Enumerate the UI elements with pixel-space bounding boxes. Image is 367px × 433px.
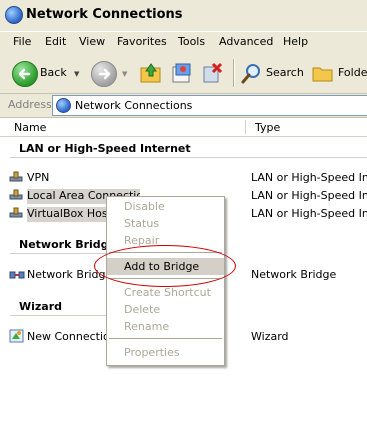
menu-favorites[interactable]: Favorites xyxy=(117,35,167,48)
menu-edit[interactable]: Edit xyxy=(45,35,66,48)
move-to-button[interactable] xyxy=(169,61,193,85)
group-network-bridge: Network Bridge xyxy=(19,238,117,251)
column-name-header[interactable]: Name xyxy=(14,121,46,134)
network-bridge-icon xyxy=(9,268,25,281)
back-button[interactable]: Back ▼ xyxy=(8,60,79,87)
menu-item-delete[interactable]: Delete xyxy=(107,301,224,318)
back-label: Back xyxy=(40,66,67,79)
toolbar: Back ▼ ▼ Search Folder xyxy=(0,53,367,94)
menu-item-label: Properties xyxy=(124,346,180,359)
menu-item-label: Status xyxy=(124,217,160,230)
address-bar: Address Network Connections xyxy=(0,94,367,118)
network-adapter-icon xyxy=(9,189,23,202)
menu-item-properties[interactable]: Properties xyxy=(107,344,224,361)
list-item-vpn[interactable]: VPN xyxy=(27,171,49,184)
group-divider xyxy=(10,253,106,254)
address-label: Address xyxy=(8,98,52,111)
menu-item-status[interactable]: Status xyxy=(107,215,224,232)
menu-tools[interactable]: Tools xyxy=(178,35,205,48)
menu-item-rename[interactable]: Rename xyxy=(107,318,224,335)
menu-view[interactable]: View xyxy=(79,35,105,48)
group-divider xyxy=(10,157,367,158)
toolbar-separator xyxy=(233,59,235,87)
up-folder-icon xyxy=(140,63,161,83)
list-item-type: LAN or High-Speed Inter xyxy=(251,189,367,202)
menu-item-disable[interactable]: Disable xyxy=(107,198,224,215)
forward-dropdown-icon[interactable]: ▼ xyxy=(122,70,127,78)
search-icon xyxy=(241,64,260,84)
menu-item-label: Rename xyxy=(124,320,170,333)
back-dropdown-icon[interactable]: ▼ xyxy=(74,70,79,78)
forward-button[interactable]: ▼ xyxy=(91,61,131,87)
menu-item-label: Disable xyxy=(124,200,165,213)
delete-button[interactable] xyxy=(200,61,224,85)
menu-item-label: Delete xyxy=(124,303,161,316)
column-divider[interactable] xyxy=(245,120,246,134)
folders-button[interactable]: Folder xyxy=(311,61,367,85)
search-label: Search xyxy=(266,66,304,79)
menu-advanced[interactable]: Advanced xyxy=(219,35,273,48)
search-button[interactable]: Search xyxy=(240,61,304,85)
group-divider xyxy=(10,315,106,316)
title-bar: Network Connections xyxy=(0,0,367,31)
move-to-icon xyxy=(172,63,191,83)
list-item-type: LAN or High-Speed Inter xyxy=(251,207,367,220)
back-arrow-icon xyxy=(12,61,38,87)
menu-file[interactable]: File xyxy=(13,35,31,48)
column-type-header[interactable]: Type xyxy=(255,121,280,134)
network-connections-icon xyxy=(5,6,23,24)
folders-icon xyxy=(312,67,333,82)
column-header: Name Type xyxy=(0,118,367,137)
forward-arrow-icon xyxy=(91,61,117,87)
address-field[interactable]: Network Connections xyxy=(52,95,367,116)
annotation-ellipse xyxy=(94,245,236,287)
window-title: Network Connections xyxy=(26,7,183,22)
new-connection-icon xyxy=(9,329,24,343)
group-lan: LAN or High-Speed Internet xyxy=(19,142,191,155)
delete-icon xyxy=(203,62,223,83)
address-value: Network Connections xyxy=(75,99,193,112)
folders-label: Folder xyxy=(338,66,367,79)
list-item-new-connection[interactable]: New Connection xyxy=(27,330,117,343)
list-item-type: Network Bridge xyxy=(251,268,337,281)
menu-bar: File Edit View Favorites Tools Advanced … xyxy=(0,31,367,54)
group-wizard: Wizard xyxy=(19,300,63,313)
list-item-type: LAN or High-Speed Inter xyxy=(251,171,367,184)
up-folder-button[interactable] xyxy=(139,61,163,85)
network-adapter-icon xyxy=(9,207,23,220)
menu-separator xyxy=(109,338,222,339)
network-connections-icon xyxy=(56,98,71,113)
menu-item-label: Create Shortcut xyxy=(124,286,211,299)
menu-help[interactable]: Help xyxy=(283,35,308,48)
list-item-type: Wizard xyxy=(251,330,289,343)
network-adapter-icon xyxy=(9,171,23,184)
